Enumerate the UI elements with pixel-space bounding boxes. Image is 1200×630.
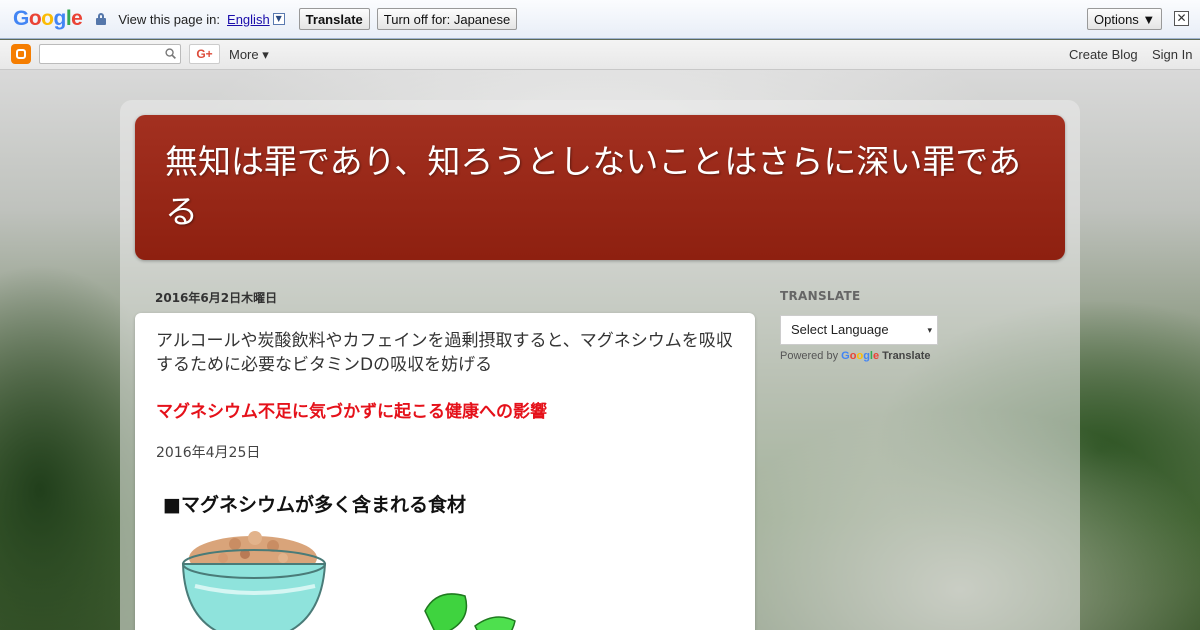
turn-off-button[interactable]: Turn off for: Japanese bbox=[376, 8, 518, 30]
create-blog-link[interactable]: Create Blog bbox=[1069, 47, 1138, 62]
post-card: アルコールや炭酸飲料やカフェインを過剰摂取すると、マグネシウムを吸収するために必… bbox=[135, 313, 755, 630]
options-button[interactable]: Options ▼ bbox=[1087, 8, 1163, 30]
post-title: アルコールや炭酸飲料やカフェインを過剰摂取すると、マグネシウムを吸収するために必… bbox=[156, 331, 733, 375]
chevron-down-icon: ▾ bbox=[927, 325, 932, 335]
language-dropdown-icon[interactable]: ▼ bbox=[272, 13, 285, 25]
google-logo: Google bbox=[13, 7, 83, 30]
food-image-heading: ■マグネシウムが多く含まれる食材 bbox=[163, 494, 466, 516]
translate-widget-title: TRANSLATE bbox=[780, 289, 861, 303]
blogger-logo-icon[interactable] bbox=[11, 44, 31, 64]
more-menu[interactable]: More ▾ bbox=[229, 47, 269, 63]
food-illustration bbox=[181, 531, 516, 630]
target-language-link[interactable]: English bbox=[227, 12, 270, 27]
blogger-navbar: G+ More ▾ Create Blog Sign In bbox=[0, 40, 1200, 70]
powered-by-google: Powered by Google Translate bbox=[780, 350, 931, 362]
close-icon[interactable]: ✕ bbox=[1174, 11, 1189, 26]
language-select[interactable]: Select Language ▾ bbox=[780, 315, 938, 345]
google-translate-bar: Google View this page in: English ▼ Tran… bbox=[0, 0, 1200, 39]
blog-title[interactable]: 無知は罪であり、知ろうとしないことはさらに深い罪である bbox=[165, 137, 1035, 237]
article-date: 2016年4月25日 bbox=[156, 445, 261, 461]
translate-wordmark[interactable]: Translate bbox=[882, 350, 930, 362]
post-date-header: 2016年6月2日木曜日 bbox=[155, 291, 278, 305]
sign-in-link[interactable]: Sign In bbox=[1152, 47, 1192, 62]
blog-header: 無知は罪であり、知ろうとしないことはさらに深い罪である bbox=[135, 115, 1065, 260]
lock-icon bbox=[96, 13, 107, 25]
translate-button[interactable]: Translate bbox=[298, 8, 370, 30]
language-select-value: Select Language bbox=[791, 322, 889, 337]
google-plus-button[interactable]: G+ bbox=[189, 44, 220, 64]
view-page-label: View this page in: bbox=[118, 11, 221, 27]
article-link[interactable]: マグネシウム不足に気づかずに起こる健康への影響 bbox=[156, 397, 547, 422]
google-wordmark[interactable]: Google bbox=[841, 350, 879, 362]
blog-search-input[interactable] bbox=[39, 44, 181, 64]
search-icon[interactable] bbox=[165, 48, 176, 59]
